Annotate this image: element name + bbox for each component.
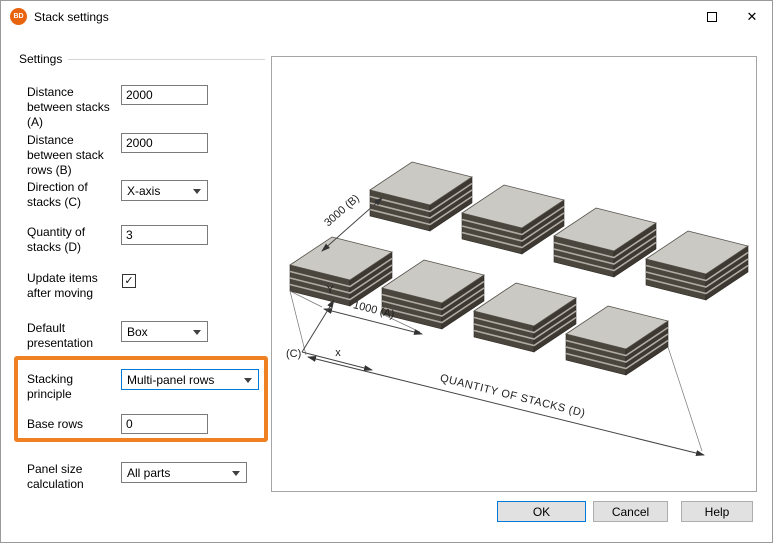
stack: [382, 260, 484, 329]
stacking-principle-select[interactable]: Multi-panel rows: [121, 369, 259, 390]
update-items-checkbox[interactable]: ✓: [122, 274, 136, 288]
stack: [474, 283, 576, 352]
dimension-label-b: 3000 (B): [322, 192, 362, 229]
y-axis-label: Y: [326, 284, 334, 296]
field-label-quantity-of-stacks: Quantity of stacks (D): [27, 225, 119, 255]
window-controls: ✕: [692, 1, 772, 32]
ok-button[interactable]: OK: [497, 501, 586, 522]
extension-line: [668, 347, 702, 451]
window-title: Stack settings: [34, 10, 109, 24]
stack-settings-dialog: BD Stack settings ✕ Settings Distance be…: [0, 0, 773, 543]
chevron-down-icon: [193, 330, 201, 335]
dimension-line-d: [308, 357, 704, 455]
field-label-base-rows: Base rows: [27, 417, 119, 432]
stack: [370, 162, 472, 231]
stack: [462, 185, 564, 254]
close-icon: ✕: [747, 9, 758, 25]
default-presentation-value: Box: [127, 325, 148, 339]
distance-between-stacks-input[interactable]: [121, 85, 208, 105]
app-icon: BD: [10, 8, 27, 25]
help-button[interactable]: Help: [681, 501, 753, 522]
field-label-distance-between-stacks: Distance between stacks (A): [27, 85, 119, 130]
stacking-principle-value: Multi-panel rows: [127, 373, 214, 387]
stack: [554, 208, 656, 277]
quantity-of-stacks-input[interactable]: [121, 225, 208, 245]
maximize-button[interactable]: [692, 1, 732, 32]
stack: [290, 237, 392, 306]
settings-group-label: Settings: [19, 52, 68, 66]
field-label-direction-of-stacks: Direction of stacks (C): [27, 180, 119, 210]
illustration-panel: 3000 (B) 1000 (A) QUANTITY OF STACKS (D)…: [271, 56, 757, 492]
default-presentation-select[interactable]: Box: [121, 321, 208, 342]
stacks-illustration: 3000 (B) 1000 (A) QUANTITY OF STACKS (D)…: [272, 57, 756, 491]
distance-between-stack-rows-input[interactable]: [121, 133, 208, 153]
settings-group-header: Settings: [19, 52, 265, 66]
extension-line: [290, 291, 306, 355]
stack: [566, 306, 668, 375]
base-rows-input[interactable]: [121, 414, 208, 434]
cancel-button[interactable]: Cancel: [593, 501, 668, 522]
direction-of-stacks-value: X-axis: [127, 184, 160, 198]
chevron-down-icon: [232, 471, 240, 476]
y-axis-arrow: [302, 300, 334, 352]
chevron-down-icon: [193, 189, 201, 194]
direction-of-stacks-select[interactable]: X-axis: [121, 180, 208, 201]
titlebar: BD Stack settings ✕: [1, 1, 772, 32]
field-label-stacking-principle: Stacking principle: [27, 372, 119, 402]
app-icon-text: BD: [13, 13, 23, 20]
maximize-icon: [707, 12, 717, 22]
dimension-label-quantity: QUANTITY OF STACKS (D): [439, 372, 587, 420]
x-axis-label: x: [335, 347, 341, 359]
group-divider: [68, 59, 265, 60]
checkmark-icon: ✓: [124, 276, 133, 287]
stack: [646, 231, 748, 300]
chevron-down-icon: [244, 378, 252, 383]
field-label-default-presentation: Default presentation: [27, 321, 119, 351]
field-label-panel-size-calculation: Panel size calculation: [27, 462, 119, 492]
close-button[interactable]: ✕: [732, 1, 772, 32]
field-label-distance-between-stack-rows: Distance between stack rows (B): [27, 133, 119, 178]
c-axis-label: (C): [286, 348, 301, 360]
panel-size-calculation-select[interactable]: All parts: [121, 462, 247, 483]
field-label-update-items: Update items after moving: [27, 271, 119, 301]
panel-size-calculation-value: All parts: [127, 466, 170, 480]
